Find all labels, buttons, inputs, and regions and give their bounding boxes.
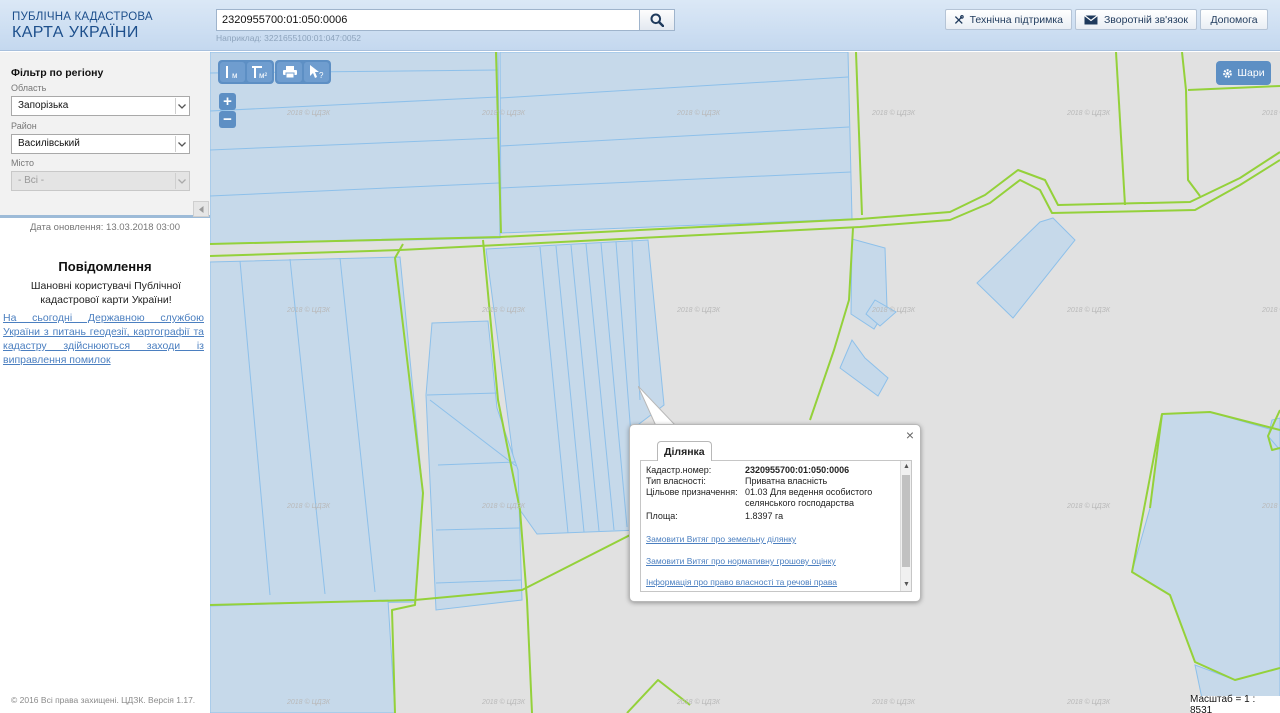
row-value: 01.03 Для ведення особистого селянського… [745, 487, 873, 508]
parcel [210, 599, 396, 713]
identify-mark: ? [319, 71, 324, 79]
rayon-value: Василівський [18, 138, 80, 149]
collapse-sidebar-button[interactable] [193, 201, 209, 217]
road [1181, 52, 1201, 197]
rayon-select[interactable]: Василівський [11, 134, 190, 154]
chevron-down-icon [175, 98, 188, 114]
order-parcel-extract-link[interactable]: Замовити Витяг про земельну ділянку [646, 534, 796, 544]
chevron-left-icon [198, 205, 203, 213]
parcel [839, 338, 889, 397]
map-canvas[interactable] [210, 52, 1280, 713]
envelope-icon [1084, 14, 1098, 24]
ruler-area-icon: м² [251, 66, 268, 80]
search-button[interactable] [640, 9, 675, 31]
row-value: 1.8397 га [745, 511, 784, 521]
support-button[interactable]: Технічна підтримка [945, 9, 1072, 30]
notice-text: Шановні користувачі Публічної кадастрово… [30, 280, 182, 306]
zoom-in-button[interactable]: + [219, 93, 236, 110]
road [809, 227, 854, 421]
measure-tools: м м² [218, 60, 274, 84]
map-view[interactable]: 2018 © ЦДЗК 2018 © ЦДЗК 2018 © ЦДЗК 2018 © … [210, 52, 1280, 713]
road [626, 679, 691, 713]
pointer-info-icon: ? [309, 65, 324, 79]
tools-icon [954, 14, 964, 24]
parcel [210, 256, 424, 606]
tab-parcel[interactable]: Ділянка [657, 441, 712, 461]
feedback-button[interactable]: Зворотній зв'язок [1075, 9, 1197, 30]
popup-content: Кадастр.номер: 2320955700:01:050:0006 Ти… [640, 460, 912, 592]
cadastral-search-input[interactable] [216, 9, 640, 31]
rayon-label: Район [11, 121, 37, 131]
parcel [499, 52, 853, 234]
header: ПУБЛІЧНА КАДАСТРОВА КАРТА УКРАЇНИ Наприк… [0, 0, 1280, 51]
printer-icon [282, 66, 297, 78]
print-button[interactable] [277, 62, 302, 82]
scroll-thumb[interactable] [902, 475, 910, 567]
copyright: © 2016 Всі права захищені. ЦДЗК. Версія … [11, 695, 196, 705]
scroll-down-icon[interactable]: ▼ [901, 579, 911, 591]
logo-line2: КАРТА УКРАЇНИ [12, 24, 139, 41]
road [855, 52, 863, 216]
sidebar: Фільтр по регіону Область Запорізька Рай… [0, 52, 210, 713]
area-unit: м² [259, 71, 268, 80]
chevron-down-icon [175, 173, 188, 189]
popup-pointer [638, 386, 678, 428]
row-key: Площа: [646, 511, 678, 521]
ruler-length-icon: м [225, 66, 238, 80]
road [1187, 85, 1280, 91]
oblast-value: Запорізька [18, 100, 69, 111]
help-label: Допомога [1210, 13, 1258, 26]
row-key: Кадастр.номер: [646, 465, 712, 475]
ownership-info-link[interactable]: Інформація про право власності та речові… [646, 577, 837, 587]
map-tools: ? [275, 60, 331, 84]
city-value: - Всі - [18, 175, 45, 186]
zoom-out-button[interactable]: − [219, 111, 236, 128]
layers-button[interactable]: Шари [1216, 61, 1271, 85]
row-key: Цільове призначення: [646, 487, 738, 497]
map-scale: Масштаб = 1 : 8531 [1190, 694, 1280, 713]
row-value: 2320955700:01:050:0006 [745, 465, 850, 475]
logo-line1: ПУБЛІЧНА КАДАСТРОВА [12, 11, 153, 23]
update-date: Дата оновлення: 13.03.2018 03:00 [29, 222, 181, 233]
support-label: Технічна підтримка [969, 13, 1063, 26]
parcel-info-popup: × Ділянка Кадастр.номер: 2320955700:01:0… [629, 424, 921, 602]
parcel [976, 217, 1076, 319]
order-valuation-extract-link[interactable]: Замовити Витяг про нормативну грошову оц… [646, 556, 836, 566]
region-filter: Фільтр по регіону Область Запорізька Рай… [0, 52, 210, 218]
notice-title: Повідомлення [58, 259, 152, 274]
measure-length-button[interactable]: м [220, 62, 245, 82]
gear-icon [1223, 68, 1233, 78]
length-unit: м [232, 71, 238, 80]
search-example: Наприклад: 3221655100:01:047:0052 [216, 33, 362, 43]
notice-link[interactable]: На сьогодні Державною службою України з … [3, 311, 204, 367]
filter-title: Фільтр по регіону [11, 67, 104, 79]
feedback-label: Зворотній зв'язок [1103, 13, 1188, 26]
row-purpose: Цільове призначення: 01.03 Для ведення о… [646, 487, 896, 511]
row-value: Приватна власність [745, 476, 828, 486]
popup-scrollbar[interactable]: ▲ ▼ [900, 461, 911, 591]
road [1115, 52, 1126, 206]
search-icon [650, 13, 664, 27]
help-button[interactable]: Допомога [1200, 9, 1268, 30]
row-key: Тип власності: [646, 476, 706, 486]
chevron-down-icon [175, 136, 188, 152]
identify-button[interactable]: ? [304, 62, 329, 82]
oblast-select[interactable]: Запорізька [11, 96, 190, 116]
city-select[interactable]: - Всі - [11, 171, 190, 191]
city-label: Місто [11, 158, 35, 168]
measure-area-button[interactable]: м² [247, 62, 272, 82]
scroll-up-icon[interactable]: ▲ [901, 461, 911, 473]
layers-label: Шари [1237, 67, 1265, 79]
oblast-label: Область [11, 83, 47, 93]
site-logo[interactable]: ПУБЛІЧНА КАДАСТРОВА КАРТА УКРАЇНИ [12, 11, 153, 42]
close-icon[interactable]: × [906, 427, 914, 443]
